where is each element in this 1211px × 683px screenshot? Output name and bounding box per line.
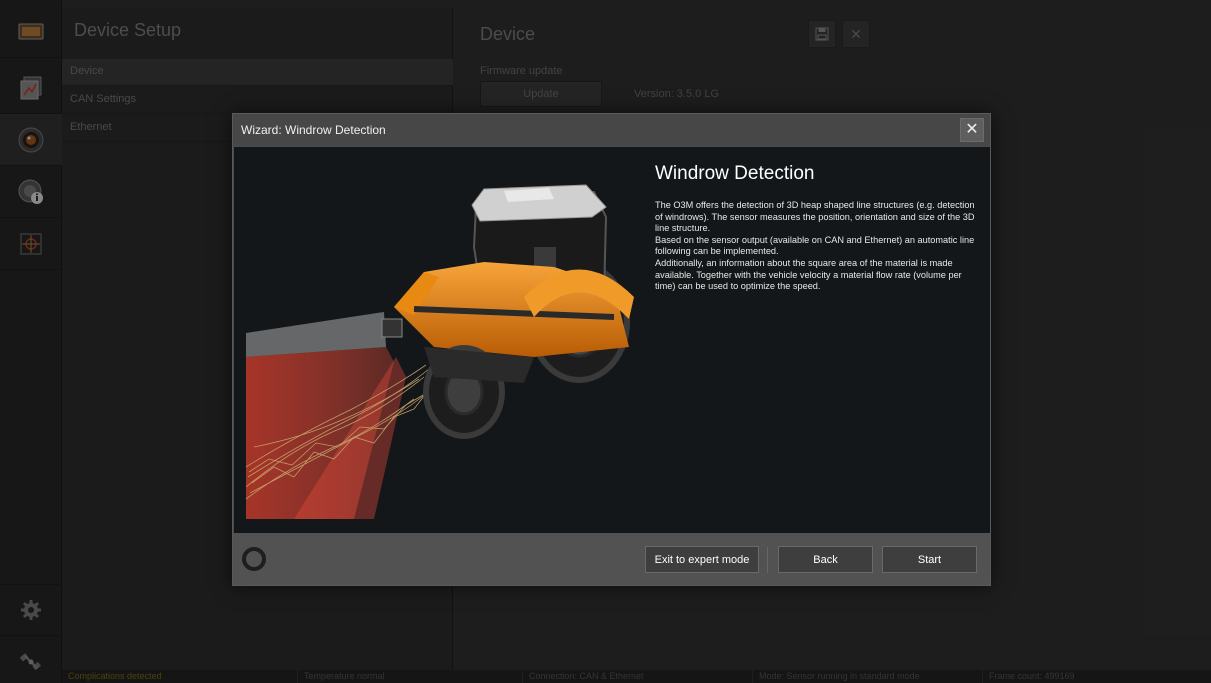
- loading-spinner-icon: [242, 547, 266, 571]
- button-divider: [767, 547, 768, 573]
- wizard-heading: Windrow Detection: [655, 163, 815, 184]
- wizard-close-button[interactable]: ✕: [960, 118, 984, 142]
- close-icon: ✕: [965, 121, 979, 138]
- description-paragraph: Additionally, an information about the s…: [655, 257, 962, 292]
- wizard-dialog: Wizard: Windrow Detection ✕ Windrow Dete…: [232, 113, 991, 586]
- description-paragraph: The O3M offers the detection of 3D heap …: [655, 200, 975, 234]
- wizard-title: Wizard: Windrow Detection: [241, 123, 386, 137]
- wizard-body: Windrow Detection The O3M offers the det…: [234, 147, 990, 533]
- tractor-windrow-illustration: [245, 184, 634, 519]
- exit-expert-mode-button[interactable]: Exit to expert mode: [645, 546, 759, 573]
- description-paragraph: Based on the sensor output (available on…: [655, 234, 975, 257]
- wizard-description: The O3M offers the detection of 3D heap …: [655, 200, 983, 293]
- wizard-footer: Exit to expert mode Back Start: [233, 533, 990, 585]
- wizard-titlebar: Wizard: Windrow Detection ✕: [233, 114, 990, 146]
- back-button[interactable]: Back: [778, 546, 873, 573]
- app-window: Device Setup Device CAN Settings Etherne…: [0, 0, 1211, 683]
- start-button[interactable]: Start: [882, 546, 977, 573]
